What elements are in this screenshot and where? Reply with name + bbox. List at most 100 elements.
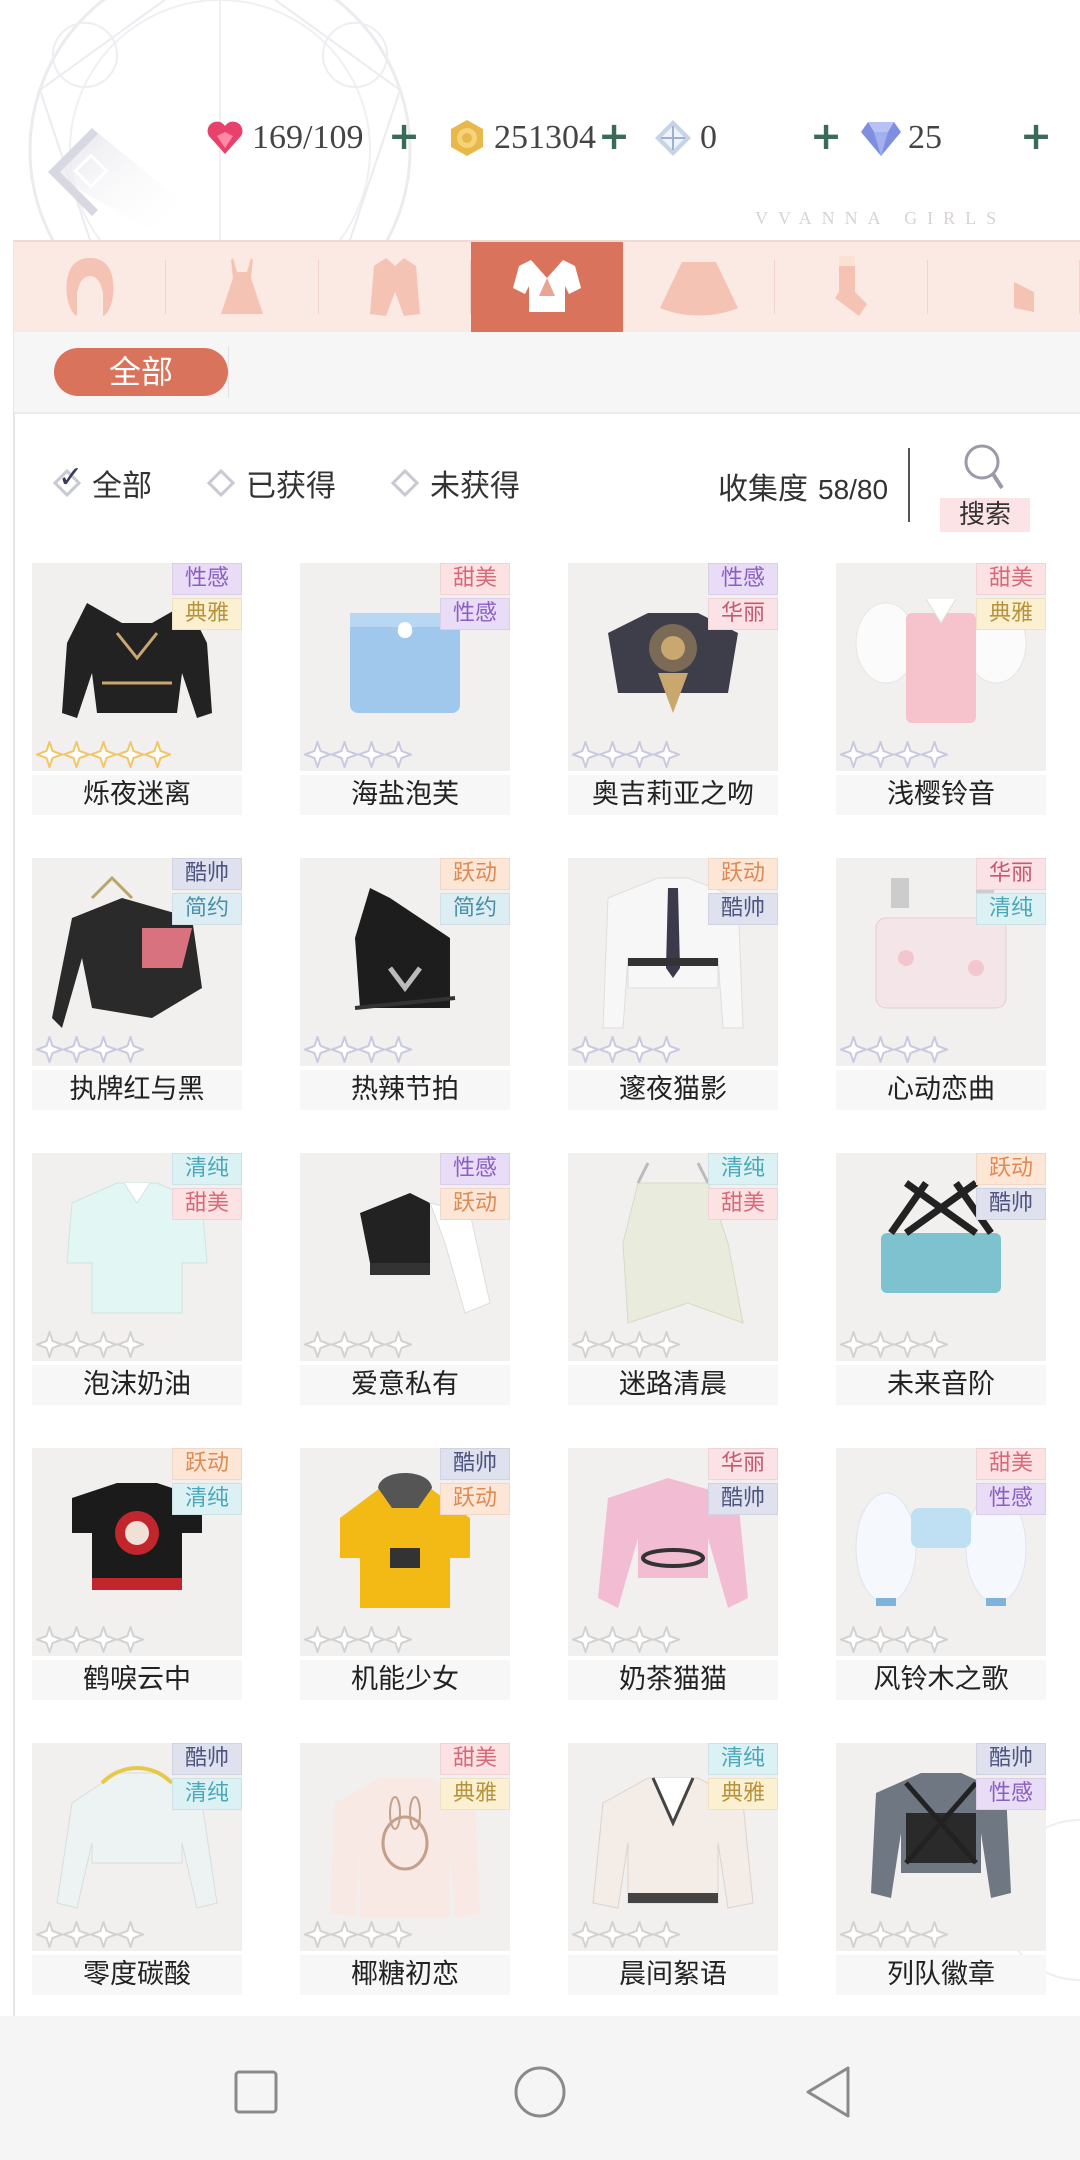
recent-apps-icon[interactable] — [228, 2064, 284, 2120]
style-tag: 甜美 — [440, 1743, 510, 1775]
item-card[interactable]: 酷帅 性感 列队徽章 — [836, 1743, 1046, 1995]
item-card[interactable]: 性感 跃动 爱意私有 — [300, 1153, 510, 1405]
home-icon[interactable] — [512, 2064, 568, 2120]
tab-top[interactable] — [470, 242, 624, 332]
star-icon — [921, 1036, 948, 1063]
rarity-stars — [572, 1331, 680, 1359]
sub-filter-bar: 全部 — [14, 332, 1080, 414]
unchecked-diamond-icon — [390, 468, 420, 498]
item-card[interactable]: 酷帅 简约 执牌红与黑 — [32, 858, 242, 1110]
star-icon — [572, 1331, 599, 1358]
rarity-stars — [304, 741, 412, 769]
tab-skirt[interactable] — [623, 242, 776, 332]
heart-gem-icon — [204, 117, 246, 159]
style-tag: 酷帅 — [708, 1483, 778, 1515]
rarity-stars — [36, 1331, 144, 1359]
add-gold-button[interactable]: + — [596, 117, 632, 155]
star-icon — [331, 1036, 358, 1063]
filter-all[interactable]: ✓ 全部 — [52, 458, 152, 508]
add-diamond-button[interactable]: + — [1018, 117, 1054, 155]
rarity-stars — [840, 741, 948, 769]
star-icon — [840, 1626, 867, 1653]
star-icon — [358, 1626, 385, 1653]
item-card[interactable]: 甜美 性感 风铃木之歌 — [836, 1448, 1046, 1700]
divider — [228, 346, 229, 398]
collection-value: 58/80 — [818, 474, 889, 505]
star-icon — [653, 1036, 680, 1063]
star-icon — [894, 1331, 921, 1358]
star-icon — [36, 1921, 63, 1948]
style-tag: 甜美 — [976, 563, 1046, 595]
star-icon — [840, 741, 867, 768]
add-stamina-button[interactable]: + — [386, 117, 422, 155]
star-icon — [358, 1331, 385, 1358]
star-icon — [894, 1036, 921, 1063]
star-icon — [117, 1331, 144, 1358]
rarity-stars — [840, 1331, 948, 1359]
item-card[interactable]: 甜美 典雅 椰糖初恋 — [300, 1743, 510, 1995]
crystal-ticket-icon — [652, 117, 694, 159]
category-tabs — [14, 240, 1080, 334]
star-icon — [921, 1331, 948, 1358]
star-icon — [626, 741, 653, 768]
star-icon — [921, 741, 948, 768]
filter-not-owned[interactable]: 未获得 — [390, 458, 520, 508]
item-card[interactable]: 清纯 甜美 泡沫奶油 — [32, 1153, 242, 1405]
style-tag: 清纯 — [172, 1483, 242, 1515]
style-tag: 酷帅 — [976, 1743, 1046, 1775]
star-icon — [921, 1921, 948, 1948]
style-tag: 华丽 — [708, 598, 778, 630]
tab-socks[interactable] — [775, 242, 928, 332]
search-button[interactable]: 搜索 — [940, 440, 1030, 532]
star-icon — [36, 1036, 63, 1063]
star-icon — [867, 1036, 894, 1063]
search-label: 搜索 — [940, 498, 1030, 532]
item-card[interactable]: 跃动 清纯 鹤唳云中 — [32, 1448, 242, 1700]
filter-owned[interactable]: 已获得 — [206, 458, 336, 508]
style-tag: 跃动 — [440, 1188, 510, 1220]
item-name: 浅樱铃音 — [836, 775, 1046, 815]
style-tag: 酷帅 — [708, 893, 778, 925]
sub-filter-all-button[interactable]: 全部 — [54, 348, 228, 396]
star-icon — [385, 1626, 412, 1653]
item-card[interactable]: 清纯 甜美 迷路清晨 — [568, 1153, 778, 1405]
star-icon — [36, 741, 63, 768]
item-card[interactable]: 清纯 典雅 晨间絮语 — [568, 1743, 778, 1995]
tab-shoes[interactable] — [928, 242, 1080, 332]
star-icon — [304, 1331, 331, 1358]
item-card[interactable]: 酷帅 清纯 零度碳酸 — [32, 1743, 242, 1995]
add-crystal-button[interactable]: + — [808, 117, 844, 155]
item-card[interactable]: 甜美 性感 海盐泡芙 — [300, 563, 510, 815]
item-name: 烁夜迷离 — [32, 775, 242, 815]
star-icon — [117, 1626, 144, 1653]
item-card[interactable]: 性感 典雅 烁夜迷离 — [32, 563, 242, 815]
item-name: 鹤唳云中 — [32, 1660, 242, 1700]
tab-dress[interactable] — [166, 242, 319, 332]
skirt-icon — [660, 262, 739, 316]
star-icon — [36, 1331, 63, 1358]
item-card[interactable]: 酷帅 跃动 机能少女 — [300, 1448, 510, 1700]
rarity-stars — [572, 741, 680, 769]
item-card[interactable]: 跃动 酷帅 未来音阶 — [836, 1153, 1046, 1405]
tab-hair[interactable] — [14, 242, 167, 332]
style-tag: 清纯 — [172, 1778, 242, 1810]
item-card[interactable]: 性感 华丽 奥吉莉亚之吻 — [568, 563, 778, 815]
item-card[interactable]: 华丽 清纯 心动恋曲 — [836, 858, 1046, 1110]
star-icon — [599, 1921, 626, 1948]
style-tag: 性感 — [440, 598, 510, 630]
star-icon — [840, 1921, 867, 1948]
item-name: 爱意私有 — [300, 1365, 510, 1405]
star-icon — [63, 1331, 90, 1358]
gold-coin-icon — [446, 117, 488, 159]
item-name: 未来音阶 — [836, 1365, 1046, 1405]
tab-coat[interactable] — [319, 242, 472, 332]
star-icon — [385, 1331, 412, 1358]
item-card[interactable]: 甜美 典雅 浅樱铃音 — [836, 563, 1046, 815]
item-card[interactable]: 跃动 简约 热辣节拍 — [300, 858, 510, 1110]
item-card[interactable]: 跃动 酷帅 邃夜猫影 — [568, 858, 778, 1110]
style-tag: 酷帅 — [976, 1188, 1046, 1220]
back-icon[interactable] — [800, 2064, 856, 2120]
star-icon — [921, 1626, 948, 1653]
back-arrow-icon[interactable] — [40, 120, 180, 230]
item-card[interactable]: 华丽 酷帅 奶茶猫猫 — [568, 1448, 778, 1700]
